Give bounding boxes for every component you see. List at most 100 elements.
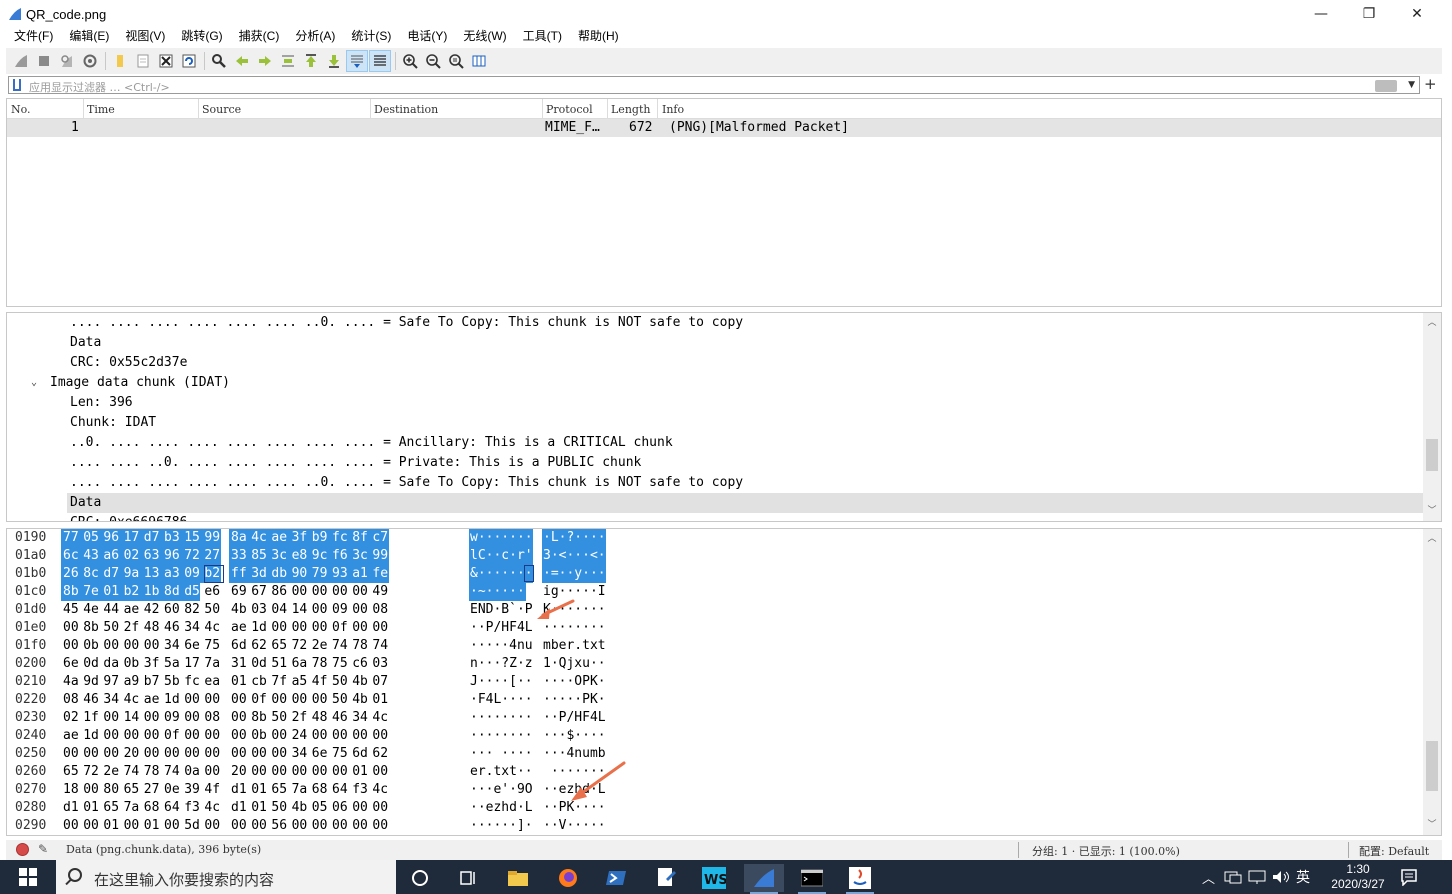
- hex-byte[interactable]: 00: [332, 763, 352, 781]
- powershell-app[interactable]: [596, 864, 636, 892]
- hex-byte[interactable]: 4a: [63, 673, 83, 691]
- hex-byte[interactable]: 00: [204, 727, 224, 745]
- hex-row[interactable]: 0230 02 1f 00 14 00 09 00 08 00 8b 50 2f 48 46 34 4c ····…: [7, 709, 1423, 727]
- hex-byte[interactable]: 9c: [312, 547, 332, 565]
- hex-byte[interactable]: 65: [103, 799, 123, 817]
- hex-byte[interactable]: 8d: [164, 583, 184, 601]
- hex-byte[interactable]: 75: [204, 637, 224, 655]
- hex-byte[interactable]: 00: [372, 763, 392, 781]
- hex-byte[interactable]: 75: [332, 745, 352, 763]
- hex-byte[interactable]: 00: [103, 709, 123, 727]
- hex-byte[interactable]: 00: [231, 727, 251, 745]
- hex-byte[interactable]: 00: [271, 691, 291, 709]
- hex-byte[interactable]: 96: [164, 547, 184, 565]
- hex-byte[interactable]: 00: [144, 745, 164, 763]
- hex-byte[interactable]: 26: [63, 565, 83, 583]
- hex-byte[interactable]: 01: [231, 673, 251, 691]
- hex-byte[interactable]: ae: [271, 529, 291, 547]
- hex-byte[interactable]: 06: [332, 799, 352, 817]
- hex-byte[interactable]: 20: [231, 763, 251, 781]
- hex-byte[interactable]: 00: [184, 727, 204, 745]
- hex-byte[interactable]: 6e: [184, 637, 204, 655]
- hex-byte[interactable]: 2e: [103, 763, 123, 781]
- hex-byte[interactable]: 00: [271, 763, 291, 781]
- firefox-app[interactable]: [548, 864, 588, 892]
- hex-byte[interactable]: 5b: [164, 673, 184, 691]
- hex-byte[interactable]: 00: [292, 583, 312, 601]
- hex-byte[interactable]: 00: [124, 727, 144, 745]
- editor-app[interactable]: [646, 864, 686, 892]
- hex-byte[interactable]: 7a: [204, 655, 224, 673]
- column-time[interactable]: Time: [87, 103, 115, 116]
- hex-byte[interactable]: 01: [352, 763, 372, 781]
- hex-byte[interactable]: 00: [63, 637, 83, 655]
- menu-go[interactable]: 跳转(G): [181, 28, 222, 48]
- column-protocol[interactable]: Protocol: [546, 103, 593, 116]
- hex-byte[interactable]: 8f: [352, 529, 372, 547]
- first-packet-button[interactable]: [300, 50, 322, 72]
- ascii-text[interactable]: ···e'·9O: [470, 781, 533, 799]
- hex-byte[interactable]: d7: [103, 565, 123, 583]
- hex-byte[interactable]: 00: [292, 817, 312, 835]
- hex-byte[interactable]: 31: [231, 655, 251, 673]
- hex-byte[interactable]: 00: [352, 601, 372, 619]
- hex-byte[interactable]: 00: [231, 745, 251, 763]
- hex-byte[interactable]: 00: [83, 817, 103, 835]
- hex-byte[interactable]: 62: [251, 637, 271, 655]
- hex-byte[interactable]: 8c: [83, 565, 103, 583]
- webstorm-app[interactable]: WS: [694, 864, 734, 892]
- hex-byte[interactable]: 77: [63, 529, 83, 547]
- hex-byte[interactable]: fe: [372, 565, 392, 583]
- hex-byte[interactable]: 6c: [63, 547, 83, 565]
- hex-byte[interactable]: 00: [332, 583, 352, 601]
- hex-byte[interactable]: 00: [251, 763, 271, 781]
- scroll-up-icon[interactable]: ︿: [1423, 315, 1441, 331]
- ascii-text[interactable]: 3·<···<·: [543, 547, 606, 565]
- hex-byte[interactable]: fc: [184, 673, 204, 691]
- status-separator[interactable]: [1018, 842, 1019, 858]
- hex-byte[interactable]: 4c: [251, 529, 271, 547]
- hex-byte[interactable]: 93: [332, 565, 352, 583]
- hex-byte[interactable]: 00: [372, 799, 392, 817]
- hex-byte[interactable]: b2: [124, 583, 144, 601]
- hex-byte[interactable]: 00: [312, 727, 332, 745]
- detail-line[interactable]: Chunk: IDAT: [7, 413, 1423, 433]
- hex-byte[interactable]: 15: [184, 529, 204, 547]
- menu-analyze[interactable]: 分析(A): [295, 28, 335, 48]
- ascii-text[interactable]: K·······: [543, 601, 606, 619]
- ascii-text[interactable]: ··P/HF4L: [543, 709, 606, 727]
- hex-byte[interactable]: 00: [312, 619, 332, 637]
- hex-byte[interactable]: 56: [271, 817, 291, 835]
- minimize-button[interactable]: —: [1298, 0, 1344, 28]
- hex-byte[interactable]: 00: [251, 745, 271, 763]
- column-separator[interactable]: [370, 99, 371, 119]
- column-source[interactable]: Source: [202, 103, 241, 116]
- hex-byte[interactable]: 00: [63, 817, 83, 835]
- detail-line[interactable]: CRC: 0x55c2d37e: [7, 353, 1423, 373]
- hex-byte[interactable]: 09: [164, 709, 184, 727]
- hex-byte[interactable]: 60: [164, 601, 184, 619]
- ascii-text[interactable]: ·F4L····: [470, 691, 533, 709]
- resize-columns-button[interactable]: [468, 50, 490, 72]
- hex-byte[interactable]: 9d: [83, 673, 103, 691]
- hex-byte[interactable]: 18: [63, 781, 83, 799]
- ascii-text[interactable]: w·······: [470, 529, 533, 547]
- ascii-text[interactable]: J····[··: [470, 673, 533, 691]
- hex-byte[interactable]: 00: [352, 799, 372, 817]
- hex-byte[interactable]: 6e: [63, 655, 83, 673]
- hex-byte[interactable]: 72: [83, 763, 103, 781]
- hex-byte[interactable]: 00: [372, 817, 392, 835]
- hex-byte[interactable]: 01: [251, 781, 271, 799]
- detail-line[interactable]: ⌄ Image data chunk (IDAT): [7, 373, 1423, 393]
- hex-byte[interactable]: 34: [103, 691, 123, 709]
- autoscroll-toggle[interactable]: [346, 50, 368, 72]
- menu-help[interactable]: 帮助(H): [578, 28, 619, 48]
- hex-byte[interactable]: 79: [312, 565, 332, 583]
- hex-byte[interactable]: 2f: [124, 619, 144, 637]
- hex-byte[interactable]: 64: [332, 781, 352, 799]
- chevron-down-icon[interactable]: ▼: [1408, 80, 1415, 90]
- hex-byte[interactable]: 34: [352, 709, 372, 727]
- hex-byte[interactable]: 3c: [352, 547, 372, 565]
- hex-byte[interactable]: a5: [292, 673, 312, 691]
- hex-byte[interactable]: 69: [231, 583, 251, 601]
